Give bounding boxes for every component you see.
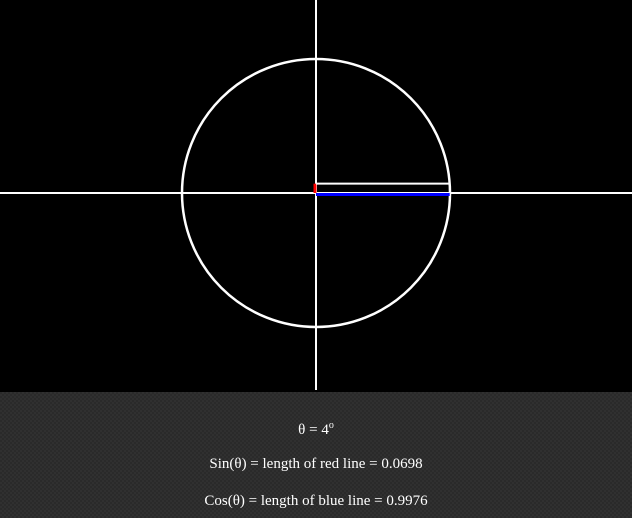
- unit-circle-diagram: [0, 0, 632, 390]
- unit-circle-canvas: [0, 0, 632, 392]
- cos-readout: Cos(θ) = length of blue line = 0.9976: [204, 493, 428, 509]
- theta-readout: θ = 4o: [0, 417, 632, 439]
- theta-value: 4: [321, 422, 329, 438]
- degree-mark: o: [328, 420, 334, 431]
- sin-readout: Sin(θ) = length of red line = 0.0698: [209, 456, 423, 472]
- readout-panel: θ = 4o Sin(θ) = length of red line = 0.0…: [0, 392, 632, 518]
- theta-prefix: θ =: [298, 422, 322, 438]
